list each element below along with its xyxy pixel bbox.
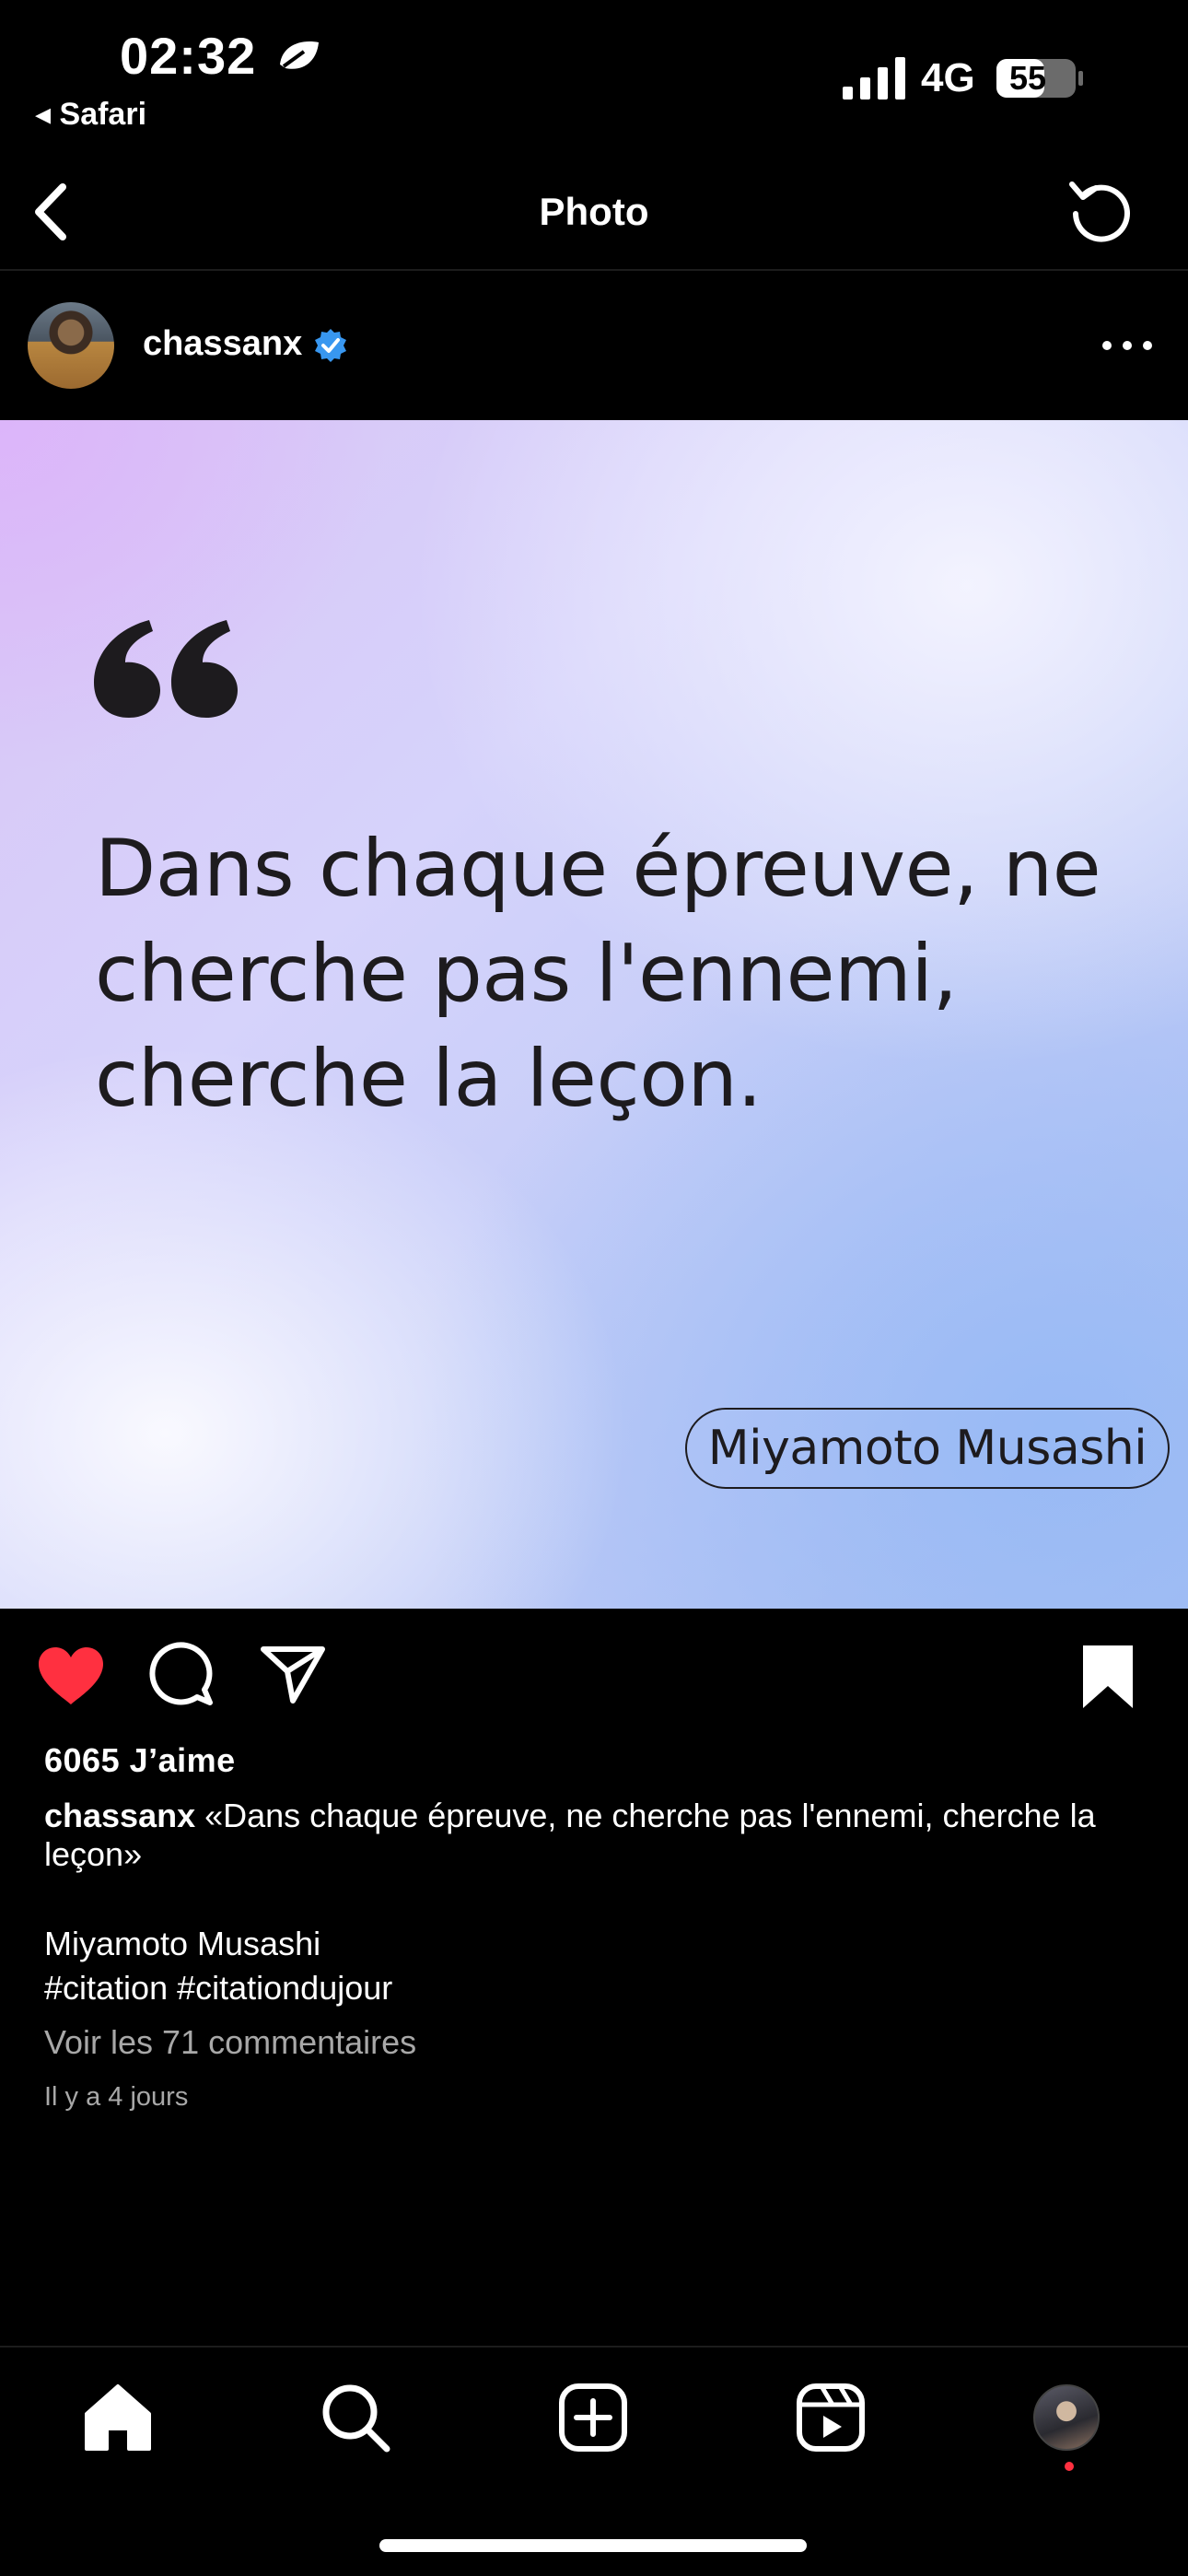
back-to-safari-link[interactable]: ◂ Safari bbox=[35, 96, 146, 133]
focus-leaf-icon bbox=[280, 41, 319, 69]
quote-author-pill: Miyamoto Musashi bbox=[685, 1408, 1170, 1489]
reels-icon[interactable] bbox=[794, 2381, 868, 2454]
caption-hashtags[interactable]: #citation #citationdujour bbox=[44, 1966, 392, 2010]
view-comments-link[interactable]: Voir les 71 commentaires bbox=[44, 2023, 416, 2062]
comment-icon[interactable] bbox=[149, 1642, 214, 1706]
verified-badge-icon bbox=[315, 329, 346, 362]
post-caption: chassanx «Dans chaque épreuve, ne cherch… bbox=[44, 1797, 1131, 1874]
quote-text: Dans chaque épreuve, ne cherche pas l'en… bbox=[95, 823, 1101, 1125]
caption-extra: Miyamoto Musashi #citation #citationdujo… bbox=[44, 1922, 392, 2010]
status-time: 02:32 bbox=[120, 27, 257, 85]
battery-level: 55 bbox=[1009, 59, 1047, 97]
more-options-icon[interactable] bbox=[1096, 332, 1160, 359]
search-icon[interactable] bbox=[319, 2381, 392, 2454]
post-username[interactable]: chassanx bbox=[143, 324, 302, 364]
profile-tab-avatar[interactable] bbox=[1033, 2384, 1100, 2451]
quote-author: Miyamoto Musashi bbox=[707, 1421, 1147, 1476]
share-send-icon[interactable] bbox=[260, 1644, 326, 1704]
cellular-signal-icon bbox=[843, 57, 905, 100]
tab-bar-divider bbox=[0, 2346, 1188, 2348]
caption-username[interactable]: chassanx bbox=[44, 1797, 195, 1834]
create-post-icon[interactable] bbox=[556, 2381, 630, 2454]
refresh-icon[interactable] bbox=[1066, 177, 1135, 245]
likes-count[interactable]: 6065 J’aime bbox=[44, 1741, 236, 1780]
caption-text: «Dans chaque épreuve, ne cherche pas l'e… bbox=[44, 1797, 1096, 1873]
home-icon[interactable] bbox=[81, 2381, 155, 2454]
post-image[interactable]: Dans chaque épreuve, ne cherche pas l'en… bbox=[0, 420, 1188, 1609]
home-indicator[interactable] bbox=[379, 2539, 807, 2552]
page-title: Photo bbox=[539, 190, 649, 233]
network-type: 4G bbox=[921, 55, 975, 100]
saved-bookmark-icon[interactable] bbox=[1079, 1644, 1136, 1710]
notification-dot bbox=[1065, 2462, 1074, 2471]
quote-mark-icon bbox=[94, 620, 238, 718]
battery-icon: 55 bbox=[996, 57, 1085, 100]
post-timestamp: Il y a 4 jours bbox=[44, 2082, 189, 2112]
like-heart-icon[interactable] bbox=[37, 1645, 105, 1706]
caption-author: Miyamoto Musashi bbox=[44, 1925, 321, 1962]
post-author-avatar[interactable] bbox=[28, 302, 114, 389]
nav-divider bbox=[0, 269, 1188, 271]
